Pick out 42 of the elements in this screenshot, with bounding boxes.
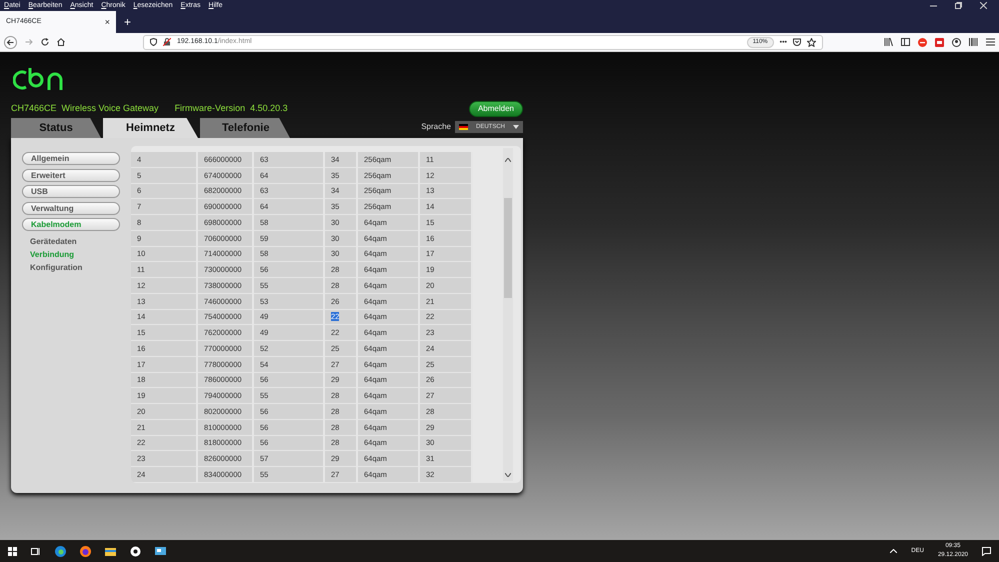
nav-tab[interactable]: Telefonie <box>200 118 290 138</box>
reload-icon[interactable] <box>41 38 49 46</box>
nav-tab[interactable]: Status <box>11 118 101 138</box>
sidebar-subitem[interactable]: Konfiguration <box>30 260 82 274</box>
home-icon[interactable] <box>57 38 65 46</box>
scrollbar[interactable] <box>503 148 513 481</box>
logout-button[interactable]: Abmelden <box>468 101 523 117</box>
library-icon[interactable] <box>884 38 893 46</box>
star-icon[interactable] <box>807 38 816 46</box>
folder-icon[interactable] <box>105 546 116 556</box>
caret-icon <box>513 125 519 129</box>
close-icon[interactable] <box>980 2 987 9</box>
sidebar-subitem[interactable]: Gerätedaten <box>30 234 77 248</box>
barcode-icon[interactable] <box>969 38 978 46</box>
sidebar-item[interactable]: Allgemein <box>22 152 120 165</box>
language-label: Sprache <box>421 121 451 133</box>
pocket-icon[interactable] <box>793 38 801 46</box>
model-name: CH7466CE Wireless Voice Gateway <box>11 102 159 116</box>
sidebar-item[interactable]: Verwaltung <box>22 202 120 214</box>
tab-close-button[interactable]: × <box>104 18 110 26</box>
windows-icon[interactable] <box>8 546 17 556</box>
sidebar-item[interactable]: USB <box>22 185 120 198</box>
scrollbar-thumb[interactable] <box>504 198 512 298</box>
task-view-icon[interactable] <box>31 546 41 556</box>
flag-icon <box>458 124 468 130</box>
new-tab-button[interactable]: + <box>116 11 140 33</box>
sidebar-item[interactable]: Erweitert <box>22 168 120 182</box>
sidebar-icon[interactable] <box>901 38 910 46</box>
chevron-up-icon[interactable] <box>890 549 898 553</box>
insecure-lock-icon <box>163 38 171 46</box>
notification-icon[interactable] <box>982 546 991 556</box>
restore-icon[interactable] <box>955 2 962 9</box>
scroll-down-icon[interactable] <box>505 473 511 477</box>
shield-icon <box>150 38 157 46</box>
nav-tab[interactable]: Heimnetz <box>103 118 198 138</box>
disc-icon[interactable] <box>130 546 141 556</box>
scroll-up-icon[interactable] <box>505 158 511 162</box>
menu-icon[interactable] <box>986 38 995 46</box>
monitor-icon[interactable] <box>155 546 166 556</box>
firmware-version: Firmware-Version 4.50.20.3 <box>174 102 288 116</box>
account-icon[interactable] <box>952 38 961 46</box>
back-icon[interactable] <box>4 36 17 48</box>
